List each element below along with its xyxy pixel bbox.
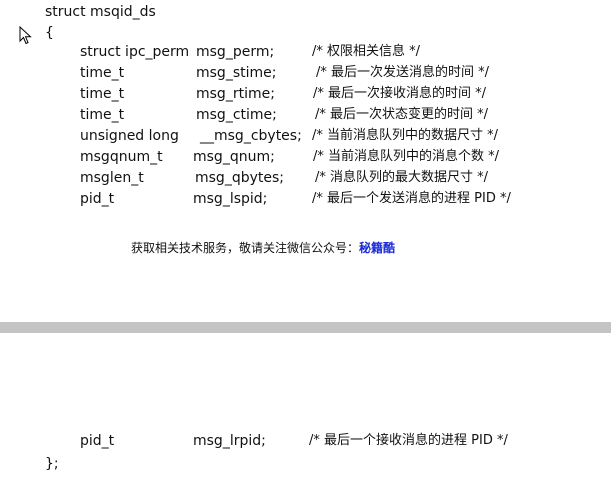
- field-type: pid_t: [80, 433, 115, 449]
- field-name: msg_qbytes;: [195, 170, 284, 186]
- field-name: msg_qnum;: [193, 149, 275, 165]
- field-type: time_t: [80, 65, 125, 81]
- field-comment: /* 最后一个接收消息的进程 PID */: [309, 433, 508, 448]
- field-comment: /* 权限相关信息 */: [312, 44, 421, 59]
- field-name: msg_ctime;: [196, 107, 277, 123]
- close-brace-text: };: [45, 456, 59, 472]
- field-type: msglen_t: [80, 170, 144, 186]
- document-page-bottom: pid_t msg_lrpid; /* 最后一个接收消息的进程 PID */ }…: [0, 333, 611, 488]
- field-type: time_t: [80, 86, 125, 102]
- open-brace-text: {: [45, 25, 54, 41]
- field-type: struct ipc_perm: [80, 44, 190, 60]
- field-type: msgqnum_t: [80, 149, 163, 165]
- field-name: msg_perm;: [196, 44, 275, 60]
- field-comment: /* 最后一次接收消息的时间 */: [313, 86, 487, 101]
- field-name: msg_rtime;: [196, 86, 275, 102]
- field-comment: /* 最后一个发送消息的进程 PID */: [312, 191, 511, 206]
- field-comment: /* 当前消息队列中的消息个数 */: [313, 149, 500, 164]
- field-name: msg_lspid;: [193, 191, 268, 207]
- field-name: msg_lrpid;: [193, 433, 266, 449]
- field-comment: /* 当前消息队列中的数据尺寸 */: [312, 128, 499, 143]
- notice-brand: 秘籍酷: [359, 241, 396, 255]
- field-type: pid_t: [80, 191, 115, 207]
- field-name: __msg_cbytes;: [200, 128, 302, 144]
- field-type: time_t: [80, 107, 125, 123]
- open-brace: {: [45, 24, 54, 42]
- close-brace: };: [45, 455, 59, 473]
- wechat-notice: 获取相关技术服务，敬请关注微信公众号：秘籍酷: [131, 239, 395, 256]
- notice-text: 获取相关技术服务，敬请关注微信公众号：: [131, 241, 360, 255]
- struct-header: struct msqid_ds: [45, 3, 156, 21]
- page-divider: [0, 322, 611, 333]
- field-type: unsigned long: [80, 128, 179, 144]
- field-comment: /* 消息队列的最大数据尺寸 */: [315, 170, 489, 185]
- mouse-pointer-icon: [19, 26, 32, 45]
- field-comment: /* 最后一次发送消息的时间 */: [316, 65, 490, 80]
- field-comment: /* 最后一次状态变更的时间 */: [315, 107, 489, 122]
- document-page-top: struct msqid_ds { struct ipc_perm msg_per…: [0, 0, 611, 322]
- field-name: msg_stime;: [196, 65, 277, 81]
- struct-header-text: struct msqid_ds: [45, 4, 156, 20]
